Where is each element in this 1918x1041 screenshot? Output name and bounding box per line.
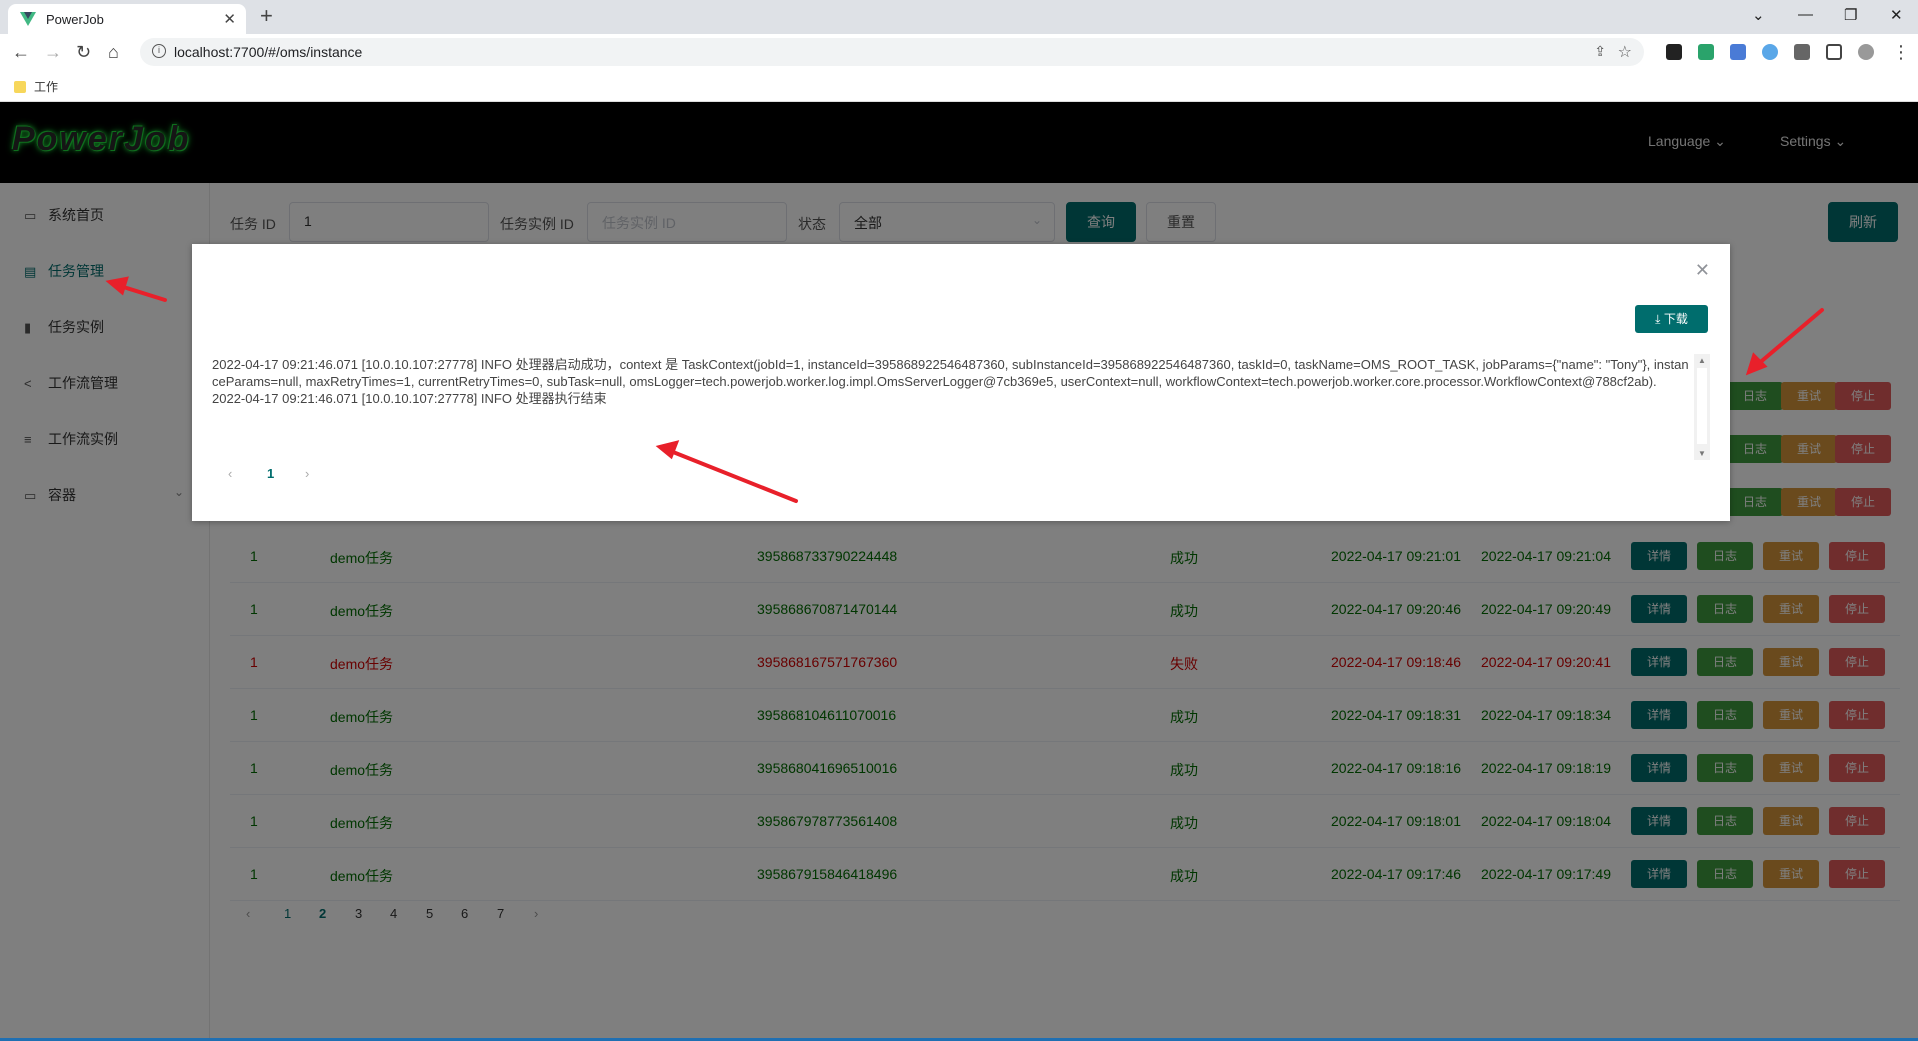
minimize-icon[interactable]: — (1798, 6, 1813, 23)
profile-icon[interactable] (1858, 44, 1874, 60)
url-text[interactable]: localhost:7700/#/oms/instance (174, 44, 362, 60)
browser-toolbar: ← → ↻ ⌂ i localhost:7700/#/oms/instance … (0, 34, 1918, 102)
folder-icon (14, 81, 26, 93)
tab-close-icon[interactable]: ✕ (223, 10, 236, 28)
new-tab-icon[interactable]: + (260, 3, 273, 29)
share-icon[interactable]: ⇪ (1594, 43, 1606, 60)
scroll-down-icon[interactable]: ▼ (1698, 449, 1706, 458)
address-bar[interactable]: i localhost:7700/#/oms/instance ⇪ ☆ (140, 38, 1644, 66)
sidepanel-icon[interactable] (1826, 44, 1842, 60)
page-next[interactable]: › (305, 466, 309, 481)
log-content[interactable]: 2022-04-17 09:21:46.071 [10.0.10.107:277… (212, 354, 1710, 460)
back-icon[interactable]: ← (12, 42, 30, 63)
extension-icon[interactable] (1762, 44, 1778, 60)
browser-tabbar: PowerJob ✕ + ⌄ — ❐ ✕ (0, 0, 1918, 34)
modal-overlay[interactable] (0, 102, 1918, 1041)
forward-icon[interactable]: → (44, 42, 62, 63)
site-info-icon[interactable]: i (152, 44, 166, 58)
home-icon[interactable]: ⌂ (108, 42, 119, 63)
bookmark-star-icon[interactable]: ☆ (1618, 42, 1632, 62)
puzzle-icon[interactable] (1794, 44, 1810, 60)
extension-icon[interactable] (1730, 44, 1746, 60)
download-icon: ⤓ (1655, 312, 1661, 326)
page-1[interactable]: 1 (267, 466, 274, 481)
vue-favicon-icon (20, 12, 36, 26)
log-dialog: ✕ ⤓ 下载 2022-04-17 09:21:46.071 [10.0.10.… (192, 244, 1730, 521)
vue-devtools-icon[interactable] (1698, 44, 1714, 60)
download-button[interactable]: ⤓ 下载 (1635, 305, 1708, 333)
extension-icon[interactable] (1666, 44, 1682, 60)
tab-search-icon[interactable]: ⌄ (1752, 6, 1765, 24)
browser-tab[interactable]: PowerJob ✕ (8, 4, 246, 34)
log-line: 2022-04-17 09:21:46.071 [10.0.10.107:277… (212, 391, 607, 406)
close-icon[interactable]: ✕ (1695, 260, 1710, 281)
scroll-up-icon[interactable]: ▲ (1698, 356, 1706, 365)
tab-title: PowerJob (46, 12, 104, 27)
menu-dots-icon[interactable]: ⋮ (1892, 42, 1910, 63)
page-prev[interactable]: ‹ (228, 466, 232, 481)
close-window-icon[interactable]: ✕ (1890, 6, 1903, 24)
log-line: 2022-04-17 09:21:46.071 [10.0.10.107:277… (212, 357, 1689, 389)
scroll-thumb[interactable] (1697, 368, 1707, 444)
bookmark-folder[interactable]: 工作 (14, 78, 58, 95)
restore-icon[interactable]: ❐ (1844, 6, 1857, 24)
scrollbar[interactable]: ▲ ▼ (1694, 354, 1710, 460)
reload-icon[interactable]: ↻ (76, 42, 91, 63)
